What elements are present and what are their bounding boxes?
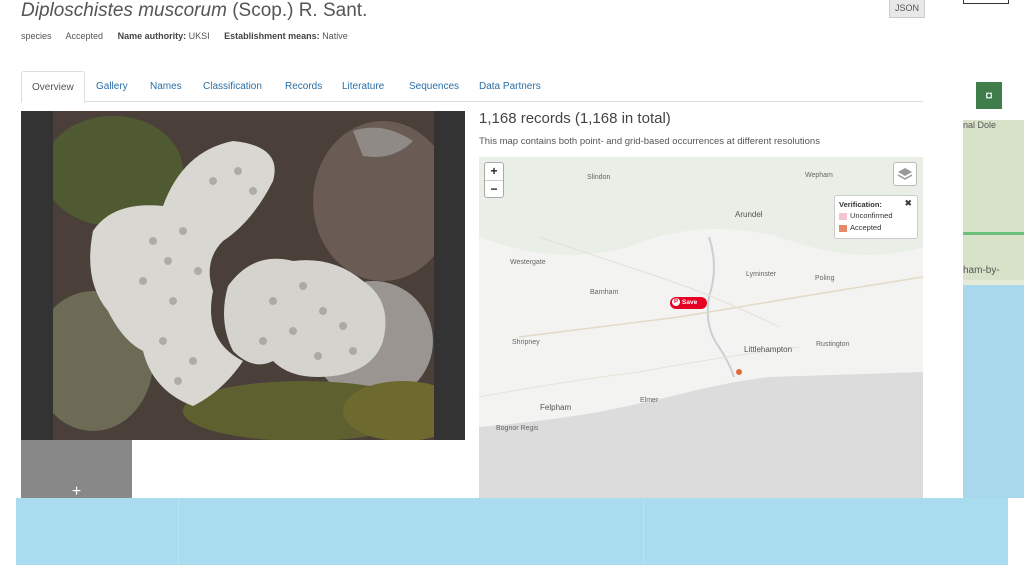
legend-item: Unconfirmed [839, 211, 893, 220]
tab-overview[interactable]: Overview [21, 71, 85, 103]
rank: species [21, 31, 52, 41]
town-label: Slindon [587, 174, 611, 181]
town-label: Poling [815, 275, 835, 282]
tab-data-partners[interactable]: Data Partners [479, 71, 541, 101]
tab-literature[interactable]: Literature [342, 71, 384, 101]
town-label: Rustington [816, 341, 850, 348]
town-label: Littlehampton [744, 345, 793, 354]
page-title: Diploschistes muscorum (Scop.) R. Sant. [21, 0, 367, 22]
verification-legend: Verification: ✖ Unconfirmed Accepted [834, 195, 918, 239]
authority: (Scop.) R. Sant. [232, 0, 368, 21]
map-tile-strip [16, 498, 1008, 565]
lichen-photo[interactable] [53, 111, 434, 440]
town-label: Felpham [540, 403, 572, 412]
taxon-meta: species Accepted Name authority: UKSI Es… [21, 31, 360, 41]
town-label: Wepham [805, 172, 833, 179]
name-authority: Name authority: UKSI [117, 31, 210, 41]
town-label: Barnham [590, 289, 619, 296]
establishment-means: Establishment means: Native [224, 31, 348, 41]
town-label: Shripney [512, 339, 540, 346]
scientific-name: Diploschistes muscorum [21, 0, 227, 21]
map-tool-icon[interactable]: ¤ [976, 82, 1002, 109]
tab-sequences[interactable]: Sequences [409, 71, 459, 101]
town-label: Arundel [735, 210, 763, 219]
town-label: Bognor Regis [496, 425, 539, 432]
layers-icon[interactable] [893, 162, 917, 186]
zoom-in-button[interactable]: + [485, 163, 503, 180]
town-label: Westergate [510, 259, 546, 266]
legend-close-icon[interactable]: ✖ [904, 198, 912, 209]
zoom-out-button[interactable]: − [485, 180, 503, 198]
tab-classification[interactable]: Classification [203, 71, 262, 101]
legend-title: Verification: [839, 200, 882, 209]
records-count: 1,168 records (1,168 in total) [479, 110, 671, 127]
tab-bar: Overview Gallery Names Classification Re… [21, 71, 923, 103]
tab-gallery[interactable]: Gallery [96, 71, 128, 101]
map-note: This map contains both point- and grid-b… [479, 136, 820, 147]
map-zoom-control: + − [484, 162, 504, 198]
town-label: Lyminster [746, 271, 777, 278]
side-map[interactable]: nal Dole ham-by- [963, 120, 1024, 498]
json-button[interactable]: JSON [889, 0, 925, 18]
pinterest-save-button[interactable]: P Save [670, 297, 707, 309]
tab-names[interactable]: Names [150, 71, 182, 101]
town-label: Elmer [640, 397, 659, 404]
image-gallery[interactable] [21, 111, 465, 440]
occurrence-point[interactable] [736, 369, 742, 375]
top-right-box [963, 0, 1009, 4]
side-map-label: nal Dole [963, 120, 997, 130]
legend-item: Accepted [839, 223, 881, 232]
status: Accepted [65, 31, 104, 41]
tab-records[interactable]: Records [285, 71, 322, 101]
occurrence-map[interactable]: + − Verification: ✖ Unconfirmed Accepted… [479, 157, 923, 498]
side-map-label: ham-by- [963, 265, 1000, 276]
